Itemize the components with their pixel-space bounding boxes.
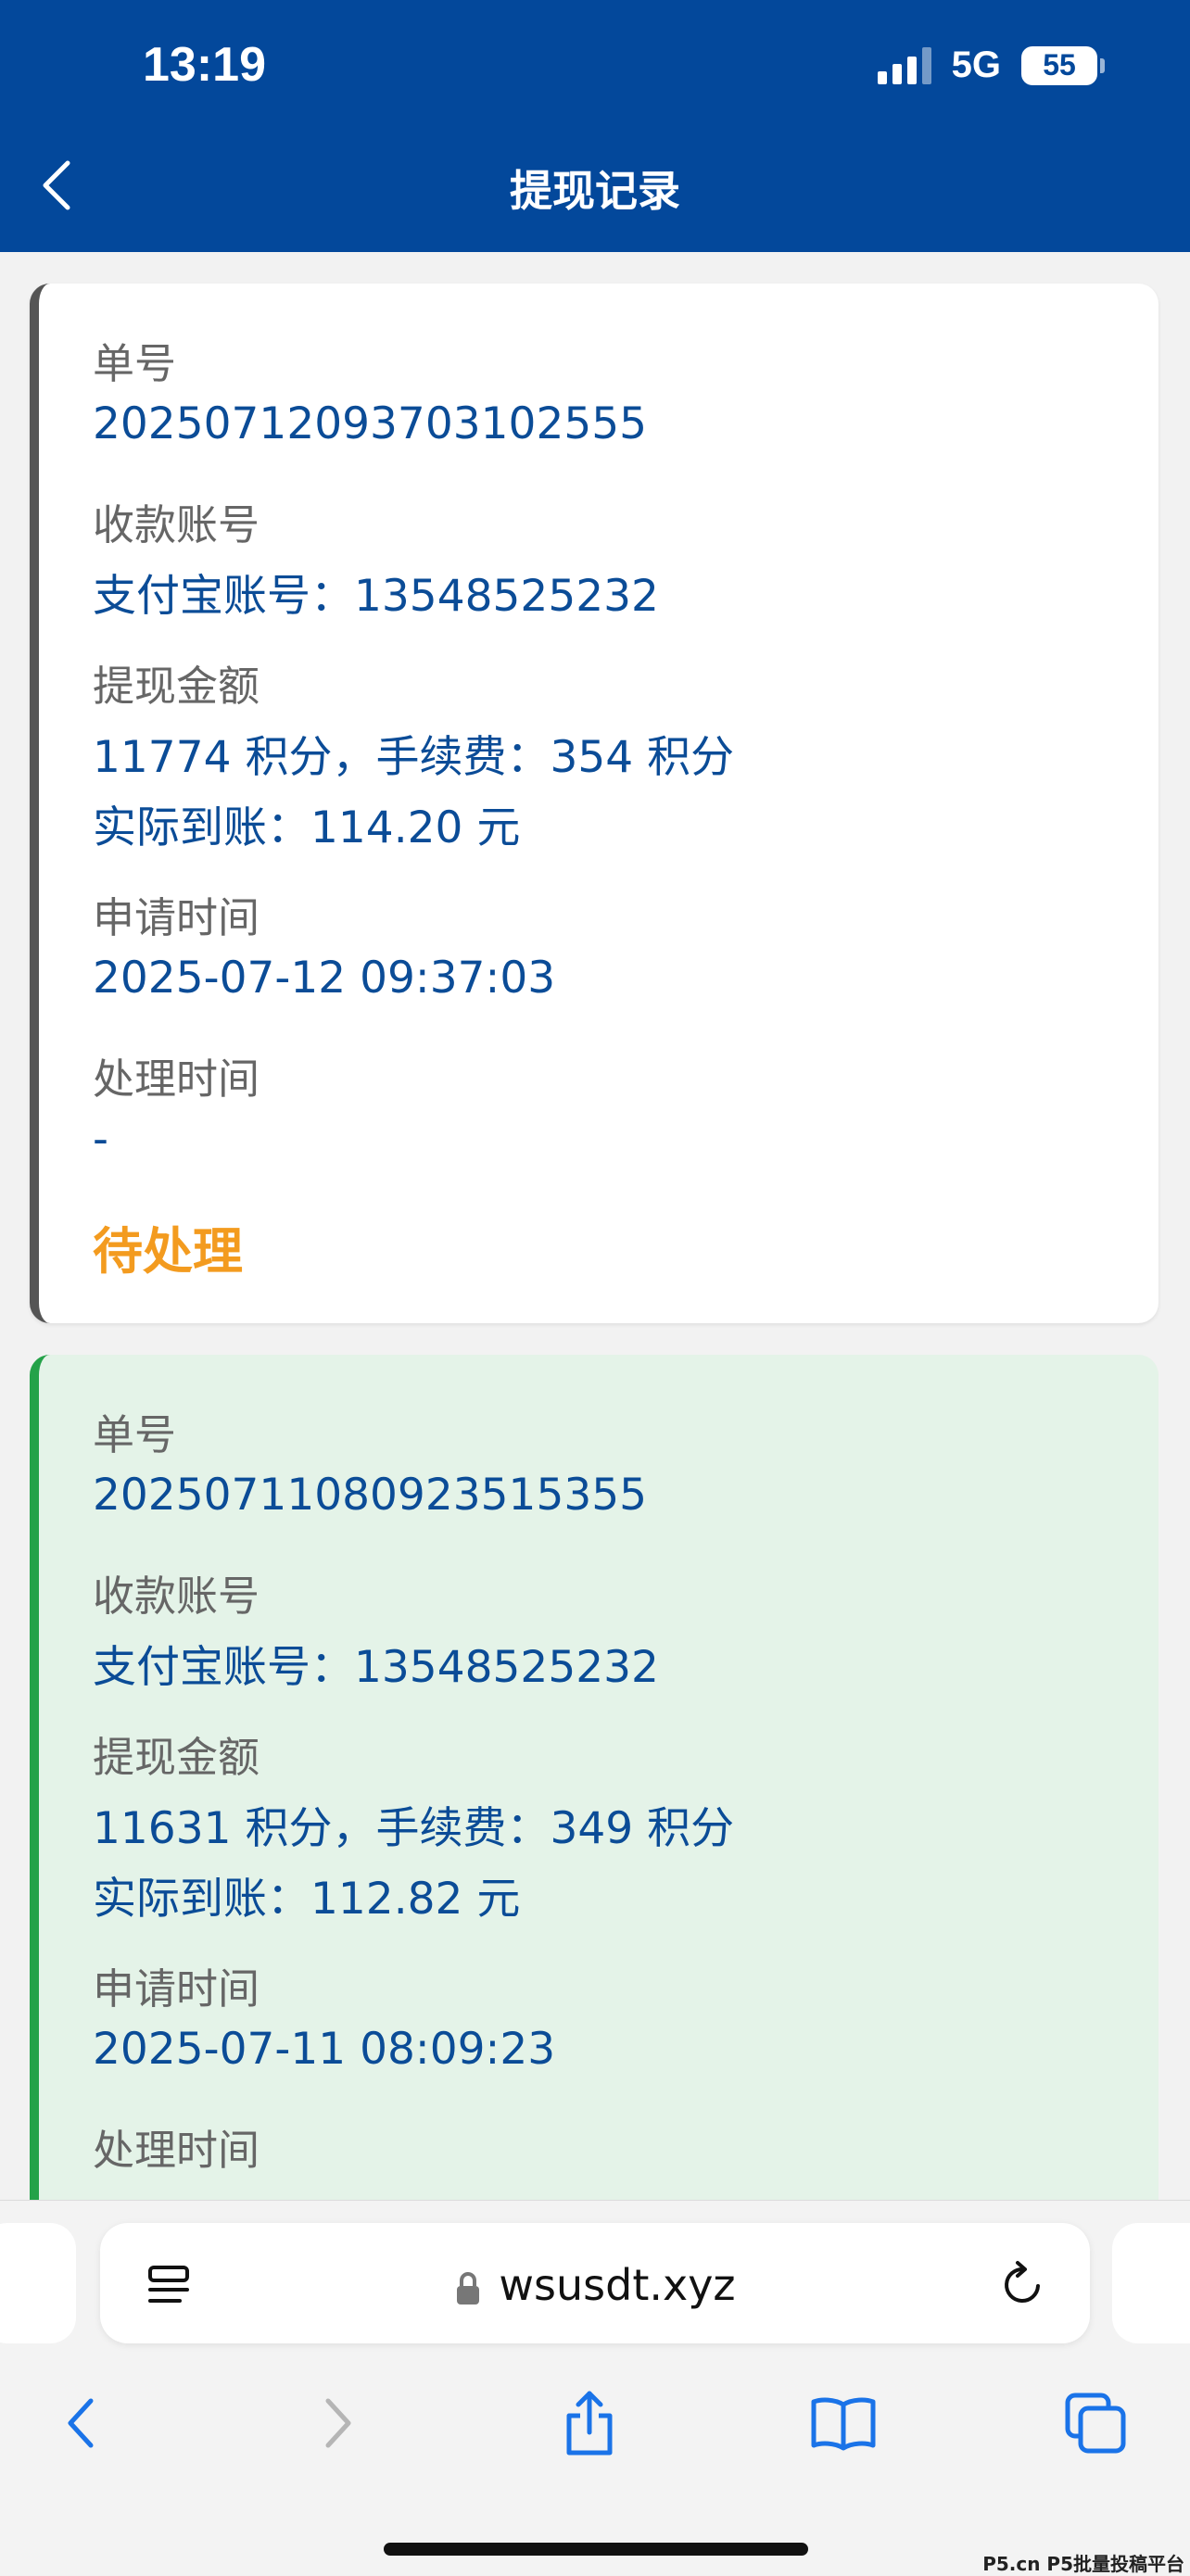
app-header: 13:19 5G 55 提现记录	[0, 0, 1190, 252]
apply-time-label: 申请时间	[93, 1964, 260, 2014]
process-time: -	[93, 1114, 108, 1165]
url-display[interactable]: wsusdt.xyz	[100, 2260, 1090, 2310]
browser-toolbar: wsusdt.xyz P5.cn P5批量投稿平台	[0, 2200, 1190, 2575]
previous-tab-preview[interactable]	[0, 2223, 76, 2343]
order-label: 单号	[93, 1410, 177, 1459]
page-title: 提现记录	[510, 166, 680, 216]
order-number: 20250711080923515355	[93, 1470, 648, 1521]
next-tab-preview[interactable]	[1112, 2223, 1190, 2343]
share-button[interactable]	[543, 2377, 636, 2469]
url-text: wsusdt.xyz	[499, 2260, 736, 2310]
amount-label: 提现金额	[93, 1733, 260, 1782]
book-icon	[811, 2397, 876, 2451]
status-badge: 待处理	[93, 1222, 243, 1281]
record-card-pending: 单号 20250712093703102555 收款账号 支付宝账号：13548…	[30, 284, 1158, 1323]
address-bar[interactable]: wsusdt.xyz	[100, 2223, 1090, 2343]
amount-value: 11631 积分，手续费：349 积分	[93, 1803, 735, 1854]
apply-time: 2025-07-12 09:37:03	[93, 953, 556, 1004]
chevron-left-icon	[68, 2398, 94, 2448]
account-label: 收款账号	[93, 500, 260, 549]
apply-time-label: 申请时间	[93, 893, 260, 942]
bookmarks-button[interactable]	[797, 2377, 890, 2469]
forward-nav-button[interactable]	[293, 2377, 386, 2469]
watermark: P5.cn P5批量投稿平台	[982, 2553, 1184, 2575]
order-number: 20250712093703102555	[93, 398, 648, 449]
process-time-label: 处理时间	[93, 1054, 260, 1104]
account-label: 收款账号	[93, 1572, 260, 1621]
apply-time: 2025-07-11 08:09:23	[93, 2024, 556, 2075]
browser-nav	[0, 2377, 1190, 2488]
amount-label: 提现金额	[93, 662, 260, 711]
actual-amount: 实际到账：114.20 元	[93, 802, 521, 853]
process-time-label: 处理时间	[93, 2126, 260, 2175]
battery-level: 55	[1021, 45, 1097, 85]
status-time: 13:19	[143, 38, 266, 92]
battery-icon: 55	[1021, 45, 1105, 85]
back-nav-button[interactable]	[33, 2377, 126, 2469]
amount-value: 11774 积分，手续费：354 积分	[93, 732, 735, 783]
actual-amount: 实际到账：112.82 元	[93, 1874, 521, 1925]
tabs-button[interactable]	[1049, 2377, 1142, 2469]
order-label: 单号	[93, 339, 177, 388]
home-indicator[interactable]	[384, 2543, 808, 2556]
signal-icon	[877, 46, 931, 84]
tabs-icon	[1065, 2393, 1126, 2454]
lock-icon	[457, 2271, 480, 2305]
reload-icon[interactable]	[999, 2260, 1047, 2312]
record-card-completed: 单号 20250711080923515355 收款账号 支付宝账号：13548…	[30, 1355, 1158, 2281]
network-type: 5G	[951, 44, 1001, 85]
account-value: 支付宝账号：13548525232	[93, 571, 659, 622]
share-icon	[566, 2391, 613, 2456]
status-icons: 5G 55	[877, 44, 1105, 86]
account-value: 支付宝账号：13548525232	[93, 1642, 659, 1693]
chevron-right-icon	[325, 2398, 351, 2448]
